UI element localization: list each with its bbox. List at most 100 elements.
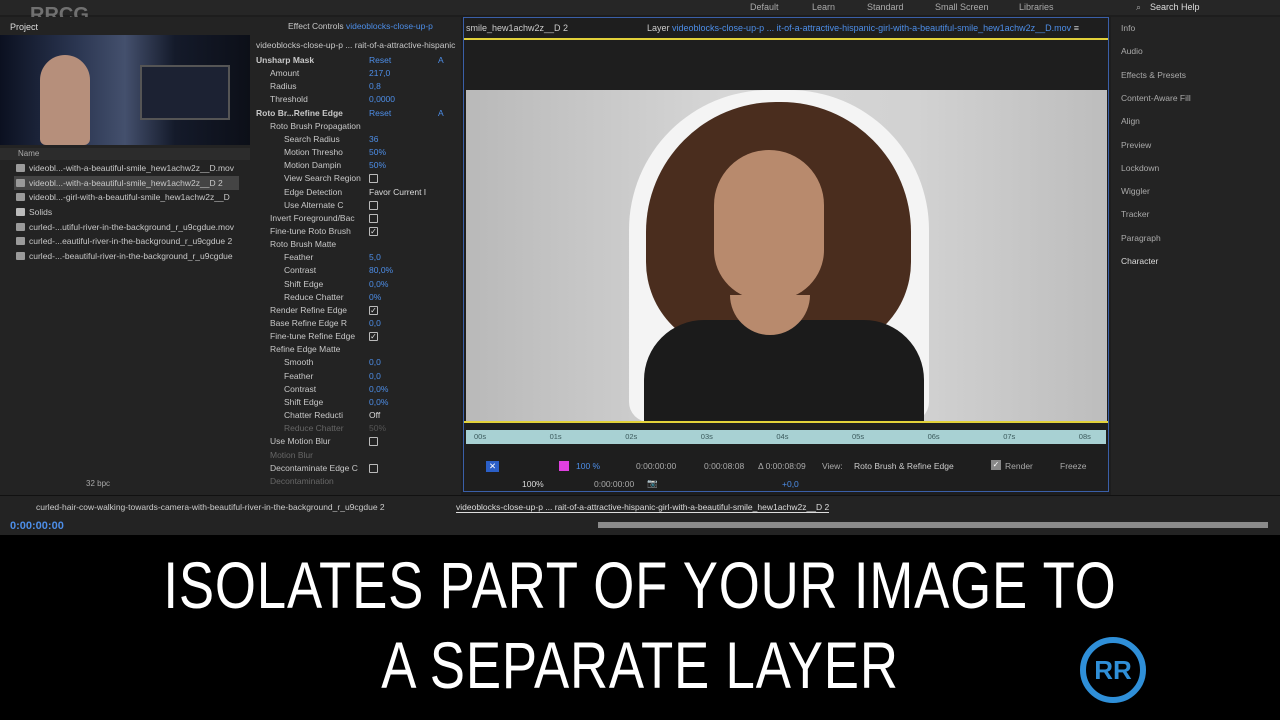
- animation-presets[interactable]: A: [438, 54, 444, 67]
- camera-icon[interactable]: 📷: [647, 478, 658, 489]
- workspace-small-screen[interactable]: Small Screen: [935, 2, 989, 12]
- workspace-learn[interactable]: Learn: [812, 2, 835, 12]
- effect-value[interactable]: 0,0000: [369, 93, 395, 106]
- effect-value[interactable]: 5,0: [369, 251, 381, 264]
- in-point[interactable]: 0:00:00:00: [636, 461, 676, 471]
- timeline-tab-curled[interactable]: curled-hair-cow-walking-towards-camera-w…: [36, 502, 385, 512]
- effect-value[interactable]: 80,0%: [369, 264, 393, 277]
- effect-row[interactable]: Reduce Chatter 0%: [284, 291, 455, 304]
- effect-row[interactable]: Threshold 0,0000: [270, 93, 455, 106]
- effect-row[interactable]: Use Motion Blur: [270, 435, 455, 448]
- effect-row[interactable]: Contrast 80,0%: [284, 264, 455, 277]
- effect-value[interactable]: Reset: [369, 54, 391, 67]
- effect-row[interactable]: Feather 0,0: [284, 370, 455, 383]
- tab-project[interactable]: Project: [10, 22, 38, 32]
- effect-value[interactable]: Favor Current I: [369, 186, 426, 199]
- effect-row[interactable]: Render Refine Edge ✓: [270, 304, 455, 317]
- effect-checkbox[interactable]: [369, 174, 378, 184]
- list-item[interactable]: videobl...-with-a-beautiful-smile_hew1ac…: [14, 161, 239, 175]
- effect-row[interactable]: Chatter Reducti Off: [284, 409, 455, 422]
- effect-value[interactable]: 0,0%: [369, 396, 388, 409]
- effect-row[interactable]: Decontaminate Edge C: [270, 462, 455, 475]
- name-column-header[interactable]: Name: [0, 148, 250, 160]
- effect-value[interactable]: 0,0%: [369, 278, 388, 291]
- effect-checkbox[interactable]: [369, 213, 378, 223]
- tab-composition[interactable]: smile_hew1achw2z__D 2: [466, 23, 568, 33]
- effect-row[interactable]: Motion Dampin 50%: [284, 159, 455, 172]
- list-item[interactable]: curled-...utiful-river-in-the-background…: [14, 220, 239, 234]
- exposure-value[interactable]: +0,0: [782, 479, 799, 489]
- effect-row[interactable]: Decontamination: [270, 475, 455, 488]
- panel-preview[interactable]: Preview: [1121, 140, 1151, 150]
- panel-lockdown[interactable]: Lockdown: [1121, 163, 1159, 173]
- effect-row[interactable]: Roto Brush Propagation: [270, 120, 455, 133]
- effect-checkbox[interactable]: [369, 200, 378, 210]
- search-help[interactable]: Search Help: [1150, 2, 1200, 12]
- timeline-tab-videoblocks[interactable]: videoblocks-close-up-p ... rait-of-a-att…: [456, 502, 830, 513]
- effect-row[interactable]: Refine Edge Matte: [270, 343, 455, 356]
- effect-value[interactable]: 0,8: [369, 80, 381, 93]
- effect-row[interactable]: Amount 217,0: [270, 67, 455, 80]
- workspace-default[interactable]: Default: [750, 2, 779, 12]
- effect-row[interactable]: Radius 0,8: [270, 80, 455, 93]
- effect-row[interactable]: Shift Edge 0,0%: [284, 396, 455, 409]
- panel-audio[interactable]: Audio: [1121, 46, 1143, 56]
- effect-row[interactable]: Search Radius 36: [284, 133, 455, 146]
- effect-row[interactable]: Shift Edge 0,0%: [284, 278, 455, 291]
- roto-brush-tool-icon[interactable]: ✕: [486, 461, 500, 472]
- magnification-dropdown[interactable]: 100%: [522, 479, 544, 489]
- effect-value[interactable]: 0,0: [369, 356, 381, 369]
- panel-align[interactable]: Align: [1121, 116, 1140, 126]
- tab-layer[interactable]: Layer videoblocks-close-up-p ... it-of-a…: [647, 23, 1079, 33]
- view-dropdown[interactable]: Roto Brush & Refine Edge: [854, 461, 954, 471]
- effect-row[interactable]: Feather 5,0: [284, 251, 455, 264]
- effect-row[interactable]: Invert Foreground/Bac: [270, 212, 455, 225]
- effect-value[interactable]: 0,0%: [369, 383, 388, 396]
- panel-tracker[interactable]: Tracker: [1121, 209, 1150, 219]
- effect-row[interactable]: Fine-tune Roto Brush ✓: [270, 225, 455, 238]
- effect-row[interactable]: Edge Detection Favor Current I: [284, 186, 455, 199]
- search-icon[interactable]: ⌕: [1136, 2, 1141, 13]
- effect-value[interactable]: 50%: [369, 146, 386, 159]
- overlay-opacity[interactable]: 100 %: [576, 461, 600, 471]
- panel-content-aware-fill[interactable]: Content-Aware Fill: [1121, 93, 1191, 103]
- layer-image[interactable]: [466, 90, 1107, 422]
- effect-checkbox[interactable]: ✓: [369, 332, 378, 342]
- panel-effects-presets[interactable]: Effects & Presets: [1121, 70, 1186, 80]
- effect-checkbox[interactable]: [369, 437, 378, 447]
- effect-row[interactable]: Motion Blur: [270, 449, 455, 462]
- effect-value[interactable]: 0%: [369, 291, 381, 304]
- effect-value[interactable]: 50%: [369, 159, 386, 172]
- effect-value[interactable]: Reset: [369, 107, 391, 120]
- effect-row[interactable]: Motion Thresho 50%: [284, 146, 455, 159]
- list-item[interactable]: videobl...-girl-with-a-beautiful-smile_h…: [14, 190, 239, 204]
- freeze-button[interactable]: Freeze: [1060, 461, 1086, 471]
- out-point[interactable]: 0:00:08:08: [704, 461, 744, 471]
- effect-row[interactable]: Roto Brush Matte: [270, 238, 455, 251]
- folder-solids[interactable]: Solids: [14, 205, 239, 219]
- animation-presets[interactable]: A: [438, 107, 444, 120]
- effect-checkbox[interactable]: ✓: [369, 305, 378, 315]
- tab-effect-controls[interactable]: Effect Controls videoblocks-close-up-p: [288, 20, 433, 33]
- effect-row[interactable]: Contrast 0,0%: [284, 383, 455, 396]
- work-area-bar[interactable]: [598, 522, 1268, 528]
- effect-value[interactable]: 50%: [369, 422, 386, 435]
- bit-depth-button[interactable]: 32 bpc: [86, 479, 110, 488]
- list-item[interactable]: videobl...-with-a-beautiful-smile_hew1ac…: [14, 176, 239, 190]
- effect-checkbox[interactable]: [369, 463, 378, 473]
- list-item[interactable]: curled-...-beautiful-river-in-the-backgr…: [14, 249, 239, 263]
- effect-row[interactable]: Reduce Chatter 50%: [284, 422, 455, 435]
- effect-row[interactable]: View Search Region: [284, 172, 455, 185]
- time-ruler[interactable]: 00s 01s 02s 03s 04s 05s 06s 07s 08s: [466, 430, 1106, 444]
- effect-row[interactable]: Roto Br...Refine Edge Reset A: [256, 107, 455, 120]
- list-item[interactable]: curled-...eautiful-river-in-the-backgrou…: [14, 234, 239, 248]
- panel-paragraph[interactable]: Paragraph: [1121, 233, 1161, 243]
- overlay-color-swatch[interactable]: [559, 461, 569, 471]
- effect-row[interactable]: Unsharp Mask Reset A: [256, 54, 455, 67]
- effect-value[interactable]: 217,0: [369, 67, 390, 80]
- effect-row[interactable]: Use Alternate C: [284, 199, 455, 212]
- effect-row[interactable]: Fine-tune Refine Edge ✓: [270, 330, 455, 343]
- effect-row[interactable]: Base Refine Edge R 0,0: [270, 317, 455, 330]
- effect-checkbox[interactable]: ✓: [369, 226, 378, 236]
- current-time[interactable]: 0:00:00:00: [594, 479, 634, 489]
